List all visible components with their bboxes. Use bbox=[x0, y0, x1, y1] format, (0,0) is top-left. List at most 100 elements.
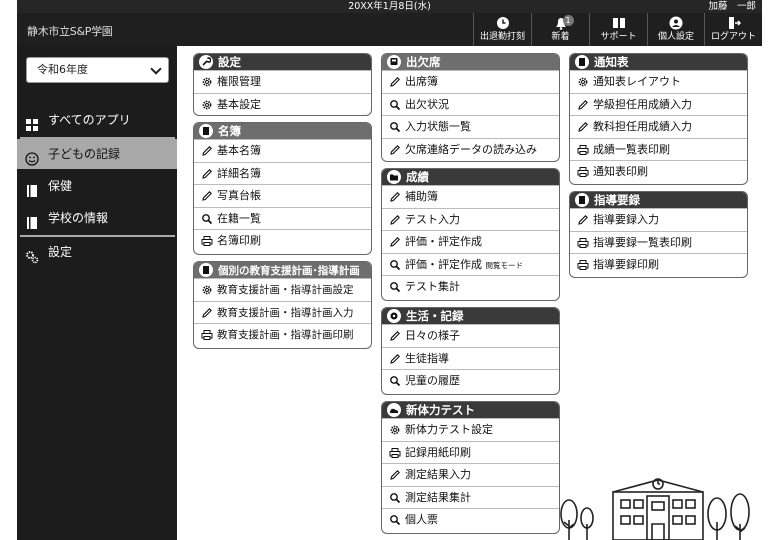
menu-item-plan-print[interactable]: 教育支援計画・指導計画印刷 bbox=[194, 323, 371, 346]
menu-item-record-sheet-print[interactable]: 記録用紙印刷 bbox=[382, 440, 559, 464]
clock-icon bbox=[495, 16, 511, 30]
personal-settings-button[interactable]: 個人設定 bbox=[647, 13, 704, 46]
menu-item-test-input[interactable]: テスト入力 bbox=[382, 207, 559, 231]
menu-item-fitness-settings[interactable]: 新体力テスト設定 bbox=[382, 418, 559, 441]
menu-item-evaluation-create[interactable]: 評価・評定作成 bbox=[382, 230, 559, 253]
menu-item-basic-settings[interactable]: 基本設定 bbox=[194, 92, 371, 115]
menu-item-input-status-list[interactable]: 入力状態一覧 bbox=[382, 115, 559, 138]
personal-settings-label: 個人設定 bbox=[657, 32, 694, 42]
menu-item-report-print[interactable]: 通知表印刷 bbox=[570, 160, 747, 183]
card-title: 設定 bbox=[218, 55, 241, 69]
menu-item-basic-roster[interactable]: 基本名簿 bbox=[194, 139, 371, 162]
menu-item-absence-import[interactable]: 欠席連絡データの読み込み bbox=[382, 137, 559, 161]
school-name: 静木市立S&P学園 bbox=[27, 25, 113, 38]
menu-item-attendance-status[interactable]: 出欠状況 bbox=[382, 92, 559, 116]
sidebar-item-health[interactable]: 保健 bbox=[17, 171, 177, 201]
smile-icon bbox=[25, 147, 39, 166]
sidebar-item-child-records[interactable]: 子どもの記録 bbox=[17, 139, 177, 169]
card-title: 生活・記録 bbox=[406, 309, 464, 323]
pencil-icon bbox=[389, 469, 401, 481]
pencil-icon bbox=[389, 76, 401, 88]
menu-item-personal-sheet[interactable]: 個人票 bbox=[382, 508, 559, 531]
notebook-icon bbox=[25, 179, 39, 197]
card-header: 出欠席 bbox=[382, 54, 559, 70]
gear-icon bbox=[201, 99, 213, 111]
folder-icon bbox=[387, 170, 401, 184]
pencil-icon bbox=[389, 353, 401, 365]
menu-item-label: 測定結果入力 bbox=[405, 468, 471, 482]
card-grades: 成績 補助簿 テスト入力 評価・評定作成 評価・評定作成 閲覧モード テスト集計 bbox=[381, 168, 560, 301]
printer-icon bbox=[577, 166, 589, 178]
menu-item-student-guidance[interactable]: 生徒指導 bbox=[382, 346, 559, 370]
clock-in-button[interactable]: 出退勤打刻 bbox=[473, 13, 531, 46]
gear-icon bbox=[389, 424, 401, 436]
news-label: 新着 bbox=[551, 32, 570, 42]
menu-item-grade-list-print[interactable]: 成績一覧表印刷 bbox=[570, 137, 747, 161]
grid-icon bbox=[25, 113, 39, 131]
menu-item-label: 日々の様子 bbox=[405, 329, 460, 342]
menu-item-report-layout[interactable]: 通知表レイアウト bbox=[570, 70, 747, 93]
gears-icon bbox=[25, 245, 39, 264]
menu-item-result-input[interactable]: 測定結果入力 bbox=[382, 463, 559, 486]
printer-icon bbox=[201, 235, 213, 247]
card-title: 個別の教育支援計画･指導計画 bbox=[218, 265, 360, 277]
pencil-icon bbox=[201, 190, 213, 202]
menu-item-detailed-roster[interactable]: 詳細名簿 bbox=[194, 161, 371, 185]
gear-icon bbox=[201, 76, 213, 88]
logout-icon bbox=[726, 16, 742, 30]
menu-item-photo-ledger[interactable]: 写真台帳 bbox=[194, 184, 371, 207]
card-report-card: 通知表 通知表レイアウト 学級担任用成績入力 教科担任用成績入力 成績一覧表印刷… bbox=[569, 53, 748, 185]
person-icon bbox=[668, 16, 684, 30]
menu-item-plan-settings[interactable]: 教育支援計画・指導計画設定 bbox=[194, 278, 371, 301]
menu-item-label: 名簿印刷 bbox=[217, 234, 261, 248]
year-select[interactable]: 令和6年度 bbox=[26, 57, 169, 83]
menu-item-test-summary[interactable]: テスト集計 bbox=[382, 275, 559, 298]
logout-button[interactable]: ログアウト bbox=[704, 13, 762, 46]
sidebar-item-all-apps[interactable]: すべてのアプリ bbox=[17, 105, 177, 135]
menu-item-label: 出欠状況 bbox=[405, 97, 449, 111]
card-guidance-record: 指導要録 指導要録入力 指導要録一覧表印刷 指導要録印刷 bbox=[569, 191, 748, 278]
sidebar-item-school-info[interactable]: 学校の情報 bbox=[17, 203, 177, 233]
support-button[interactable]: サポート bbox=[589, 13, 647, 46]
menu-item-guidance-print[interactable]: 指導要録印刷 bbox=[570, 253, 747, 276]
status-strip: 20XX年1月8日(水) 加藤 一郎 bbox=[17, 0, 762, 13]
menu-item-label: 通知表レイアウト bbox=[593, 75, 681, 88]
sidebar: 令和6年度 すべてのアプリ 子どもの記録 保健 学校の情報 設定 bbox=[17, 46, 177, 540]
book-icon bbox=[611, 16, 627, 30]
pencil-icon bbox=[201, 168, 213, 180]
card-fitness-test: 新体力テスト 新体力テスト設定 記録用紙印刷 測定結果入力 測定結果集計 個人票 bbox=[381, 401, 560, 534]
printer-icon bbox=[389, 447, 401, 459]
sidebar-item-label: 学校の情報 bbox=[48, 211, 109, 225]
menu-item-permissions[interactable]: 権限管理 bbox=[194, 70, 371, 93]
menu-item-homeroom-grade-input[interactable]: 学級担任用成績入力 bbox=[570, 92, 747, 116]
menu-item-result-summary[interactable]: 測定結果集計 bbox=[382, 485, 559, 509]
sidebar-item-label: 保健 bbox=[48, 179, 73, 193]
search-icon bbox=[389, 492, 401, 504]
menu-item-label: 測定結果集計 bbox=[405, 490, 471, 504]
card-header: 生活・記録 bbox=[382, 308, 559, 324]
menu-item-enrollment-list[interactable]: 在籍一覧 bbox=[194, 206, 371, 230]
menu-item-guidance-input[interactable]: 指導要録入力 bbox=[570, 208, 747, 231]
menu-item-label: 評価・評定作成 bbox=[405, 235, 482, 249]
menu-item-child-history[interactable]: 児童の履歴 bbox=[382, 369, 559, 392]
card-header: 成績 bbox=[382, 169, 559, 185]
menu-item-supplementary-book[interactable]: 補助簿 bbox=[382, 185, 559, 208]
pencil-icon bbox=[389, 236, 401, 248]
menu-item-attendance-book[interactable]: 出席簿 bbox=[382, 70, 559, 93]
menu-item-roster-print[interactable]: 名簿印刷 bbox=[194, 229, 371, 252]
notebook-icon bbox=[575, 55, 589, 69]
menu-item-label: 基本設定 bbox=[217, 97, 261, 111]
news-button[interactable]: 1 新着 bbox=[531, 13, 589, 46]
pencil-icon bbox=[577, 99, 589, 111]
search-icon bbox=[389, 375, 401, 387]
menu-item-subject-grade-input[interactable]: 教科担任用成績入力 bbox=[570, 115, 747, 138]
sidebar-item-settings[interactable]: 設定 bbox=[17, 237, 177, 267]
menu-item-label: 指導要録入力 bbox=[593, 213, 659, 226]
menu-item-evaluation-view[interactable]: 評価・評定作成 閲覧モード bbox=[382, 252, 559, 276]
pencil-icon bbox=[201, 307, 213, 319]
menu-item-plan-input[interactable]: 教育支援計画・指導計画入力 bbox=[194, 300, 371, 324]
menu-item-guidance-list-print[interactable]: 指導要録一覧表印刷 bbox=[570, 230, 747, 254]
card-header: 新体力テスト bbox=[382, 402, 559, 418]
menu-item-label: 詳細名簿 bbox=[217, 166, 261, 180]
menu-item-daily-notes[interactable]: 日々の様子 bbox=[382, 324, 559, 347]
